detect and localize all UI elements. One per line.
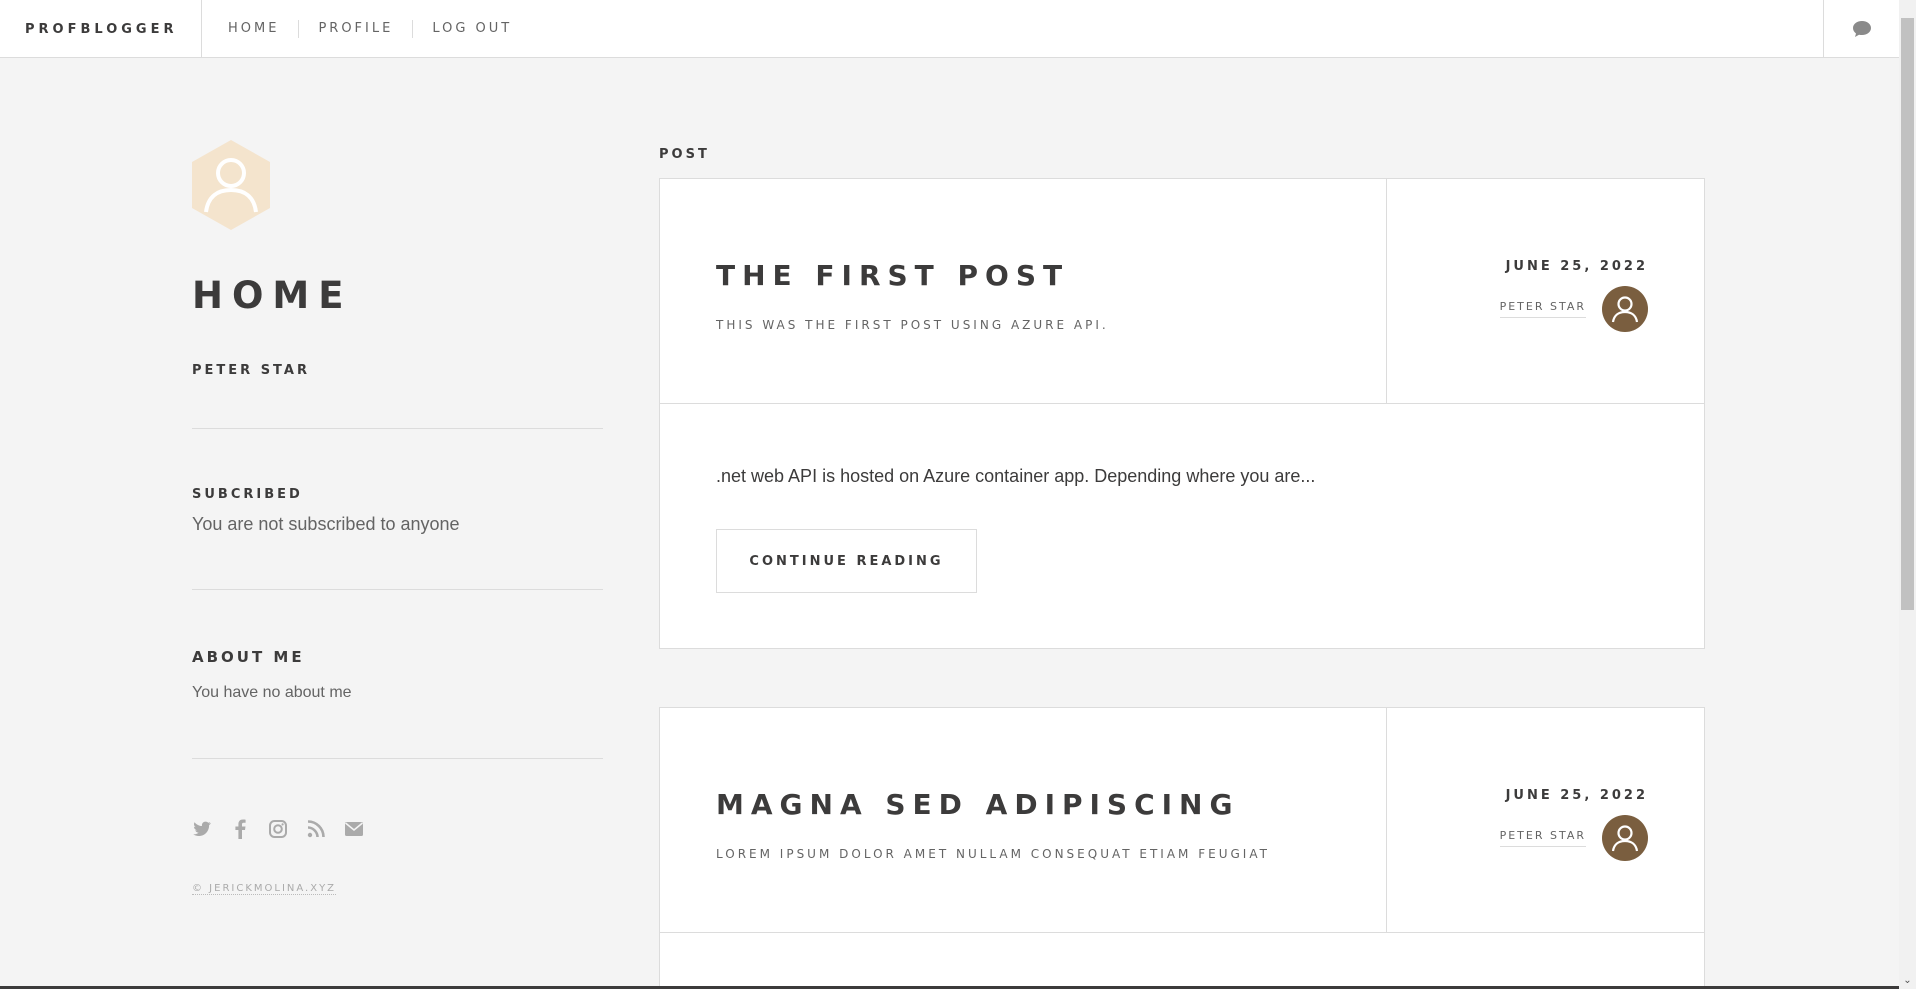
page-title: HOME xyxy=(192,274,353,317)
about-label: ABOUT ME xyxy=(192,648,305,666)
envelope-icon[interactable] xyxy=(344,819,364,839)
about-text: You have no about me xyxy=(192,684,352,701)
nav-logout[interactable]: LOG OUT xyxy=(412,20,531,38)
post-date: JUNE 25, 2022 xyxy=(1505,788,1648,803)
copyright: © JERICKMOLINA.XYZ xyxy=(192,883,603,895)
rss-icon[interactable] xyxy=(306,819,326,839)
divider xyxy=(192,589,603,590)
user-icon xyxy=(1611,825,1639,852)
post-meta: JUNE 25, 2022 PETER STAR xyxy=(1387,708,1704,932)
subscribed-text: You are not subscribed to anyone xyxy=(192,514,460,534)
subscribed-label: SUBCRIBED xyxy=(192,487,303,502)
facebook-icon[interactable] xyxy=(230,819,250,839)
divider xyxy=(192,758,603,759)
instagram-icon[interactable] xyxy=(268,819,288,839)
post-header: MAGNA SED ADIPISCING LOREM IPSUM DOLOR A… xyxy=(660,708,1704,933)
user-name: PETER STAR xyxy=(192,363,310,378)
post-header: THE FIRST POST THIS WAS THE FIRST POST U… xyxy=(660,179,1704,404)
social-links xyxy=(192,819,603,839)
post-meta: JUNE 25, 2022 PETER STAR xyxy=(1387,179,1704,403)
nav-profile[interactable]: PROFILE xyxy=(298,20,412,38)
nav-home[interactable]: HOME xyxy=(202,20,298,38)
post-title-area: THE FIRST POST THIS WAS THE FIRST POST U… xyxy=(660,179,1387,403)
chat-button[interactable] xyxy=(1823,0,1899,58)
chat-icon xyxy=(1852,21,1871,37)
scrollbar-thumb[interactable] xyxy=(1901,18,1914,610)
post-title[interactable]: MAGNA SED ADIPISCING xyxy=(716,788,1386,821)
post-card: MAGNA SED ADIPISCING LOREM IPSUM DOLOR A… xyxy=(659,707,1705,989)
user-icon xyxy=(1611,296,1639,323)
post-excerpt: .net web API is hosted on Azure containe… xyxy=(716,466,1316,486)
avatar[interactable] xyxy=(1602,286,1648,332)
author-name[interactable]: PETER STAR xyxy=(1499,829,1586,847)
post-title[interactable]: THE FIRST POST xyxy=(716,259,1386,292)
post-card: THE FIRST POST THIS WAS THE FIRST POST U… xyxy=(659,178,1705,649)
author-name[interactable]: PETER STAR xyxy=(1499,300,1586,318)
author-row: PETER STAR xyxy=(1387,815,1648,861)
avatar[interactable] xyxy=(1602,815,1648,861)
continue-reading-button[interactable]: CONTINUE READING xyxy=(716,529,977,593)
post-body: .net web API is hosted on Azure containe… xyxy=(660,404,1704,648)
post-subtitle: LOREM IPSUM DOLOR AMET NULLAM CONSEQUAT … xyxy=(716,847,1270,861)
page-scrollbar[interactable]: ⌄ xyxy=(1899,0,1916,989)
main-nav: HOME PROFILE LOG OUT xyxy=(202,0,531,58)
twitter-icon[interactable] xyxy=(192,819,212,839)
divider xyxy=(192,428,603,429)
post-date: JUNE 25, 2022 xyxy=(1505,259,1648,274)
sidebar: HOME PETER STAR SUBCRIBED You are not su… xyxy=(192,140,603,895)
user-logo-icon xyxy=(192,140,270,230)
post-title-area: MAGNA SED ADIPISCING LOREM IPSUM DOLOR A… xyxy=(660,708,1387,932)
author-row: PETER STAR xyxy=(1387,286,1648,332)
brand-logo[interactable]: PROFBLOGGER xyxy=(0,0,202,58)
section-label: POST xyxy=(659,147,710,162)
copyright-link[interactable]: © JERICKMOLINA.XYZ xyxy=(192,883,337,895)
top-header: PROFBLOGGER HOME PROFILE LOG OUT xyxy=(0,0,1899,58)
post-subtitle: THIS WAS THE FIRST POST USING AZURE API. xyxy=(716,318,1109,332)
scroll-down-arrow-icon[interactable]: ⌄ xyxy=(1903,976,1912,986)
